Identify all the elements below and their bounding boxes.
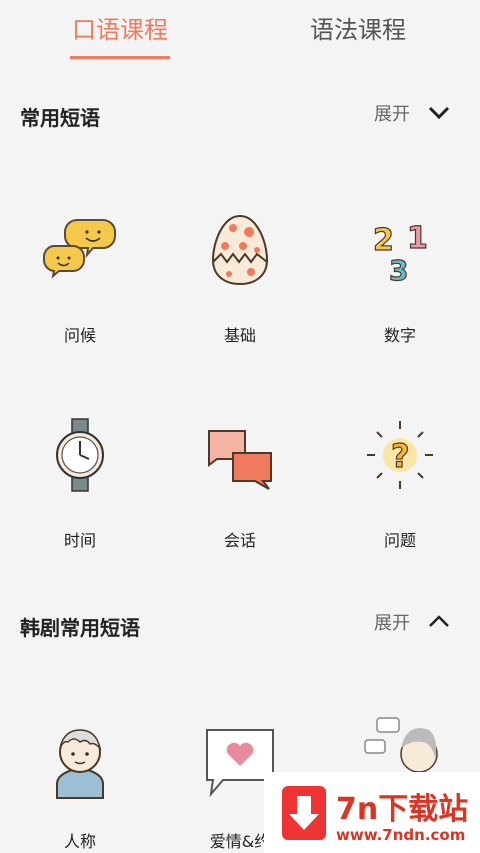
grid-item-label: 时间	[63, 531, 96, 550]
grid-item-label: 会话	[223, 531, 256, 550]
grid-item-label: 问题	[383, 531, 416, 550]
tab-bar: 口语课程 语法课程	[0, 0, 480, 62]
grid-item-conversation[interactable]: 会话	[160, 415, 320, 550]
numbers-icon: 2 1 3	[372, 220, 428, 287]
active-tab-indicator	[70, 56, 170, 59]
grid-item-label: 基础	[223, 326, 256, 345]
watch-icon	[56, 418, 104, 492]
conversation-icon	[208, 430, 272, 490]
person-icon	[56, 729, 104, 799]
grid-item-numbers[interactable]: 2 1 3 数字	[320, 210, 480, 345]
watermark-url: www.7ndn.com	[336, 826, 466, 844]
expand-button-common-phrases[interactable]: 展开	[374, 100, 410, 126]
chevron-up-icon[interactable]	[428, 613, 450, 629]
download-logo-icon	[282, 786, 326, 840]
grid-item-label: 数字	[383, 326, 416, 345]
tab-spoken-course[interactable]: 口语课程	[72, 10, 168, 45]
svg-text:3: 3	[389, 254, 408, 287]
section-title-kdrama-phrases: 韩剧常用短语	[20, 616, 140, 640]
grid-item-time[interactable]: 时间	[0, 415, 160, 550]
section-title-common-phrases: 常用短语	[20, 106, 100, 130]
watermark-banner: 7n下载站 www.7ndn.com	[264, 772, 480, 853]
chat-bubbles-icon	[42, 219, 116, 279]
svg-text:1: 1	[407, 221, 428, 256]
watermark-title: 7n下载站	[336, 792, 469, 827]
grid-item-label: 人称	[63, 832, 96, 851]
grid-item-persons[interactable]: 人称	[0, 720, 160, 851]
tab-grammar-course[interactable]: 语法课程	[310, 10, 406, 45]
question-icon: ?	[367, 421, 433, 489]
grid-item-label: 问候	[63, 326, 96, 345]
grid-item-greeting[interactable]: 问候	[0, 210, 160, 345]
grid-item-questions[interactable]: ? 问题	[320, 415, 480, 550]
chevron-down-icon[interactable]	[428, 104, 450, 120]
svg-text:2: 2	[373, 223, 394, 258]
expand-button-kdrama-phrases[interactable]: 展开	[374, 609, 410, 635]
egg-icon	[211, 214, 269, 286]
grid-item-basics[interactable]: 基础	[160, 210, 320, 345]
svg-text:?: ?	[391, 437, 410, 475]
